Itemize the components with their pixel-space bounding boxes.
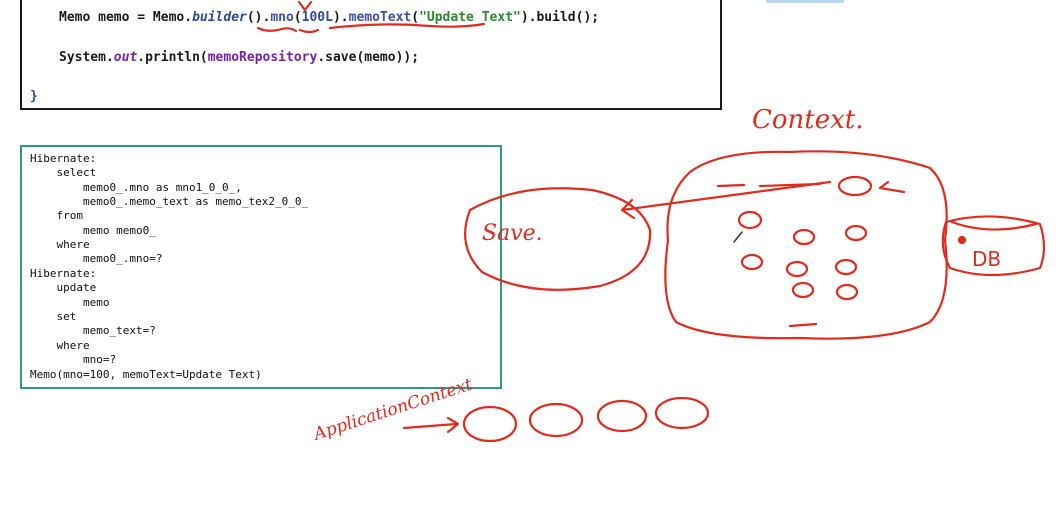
entity-circle — [844, 224, 868, 242]
entity-circle — [837, 175, 873, 197]
context-blob-outline — [664, 150, 948, 340]
context-divider — [788, 322, 818, 328]
db-label: DB — [972, 247, 1001, 271]
underline-stroke — [256, 26, 298, 33]
entity-circle — [740, 253, 764, 271]
db-cylinder-top — [950, 220, 1038, 231]
check-stroke — [297, 0, 313, 12]
save-arrow — [620, 180, 832, 220]
app-context-circle — [528, 402, 584, 438]
app-context-label: ApplicationContext — [309, 375, 475, 446]
context-label: Context. — [752, 105, 864, 135]
app-context-arrow — [402, 416, 460, 434]
db-dot — [957, 235, 967, 245]
pen-cursor-icon — [733, 231, 743, 243]
entity-circle — [791, 281, 815, 299]
entity-circle — [792, 228, 816, 246]
underline-stroke — [328, 22, 486, 30]
underline-stroke — [298, 28, 320, 34]
entity-circle — [785, 260, 809, 278]
context-divider — [716, 183, 746, 188]
entity-circle — [834, 258, 858, 276]
annotation-ink-layer: Context. Save. DB ApplicationContext — [256, 0, 1046, 446]
app-context-circle — [462, 405, 518, 443]
app-context-circle — [596, 399, 648, 433]
entity-circle — [737, 210, 763, 230]
entity-circle — [835, 283, 859, 301]
arrow-in — [878, 180, 906, 194]
save-label: Save. — [482, 221, 543, 246]
app-context-circle — [654, 396, 710, 430]
